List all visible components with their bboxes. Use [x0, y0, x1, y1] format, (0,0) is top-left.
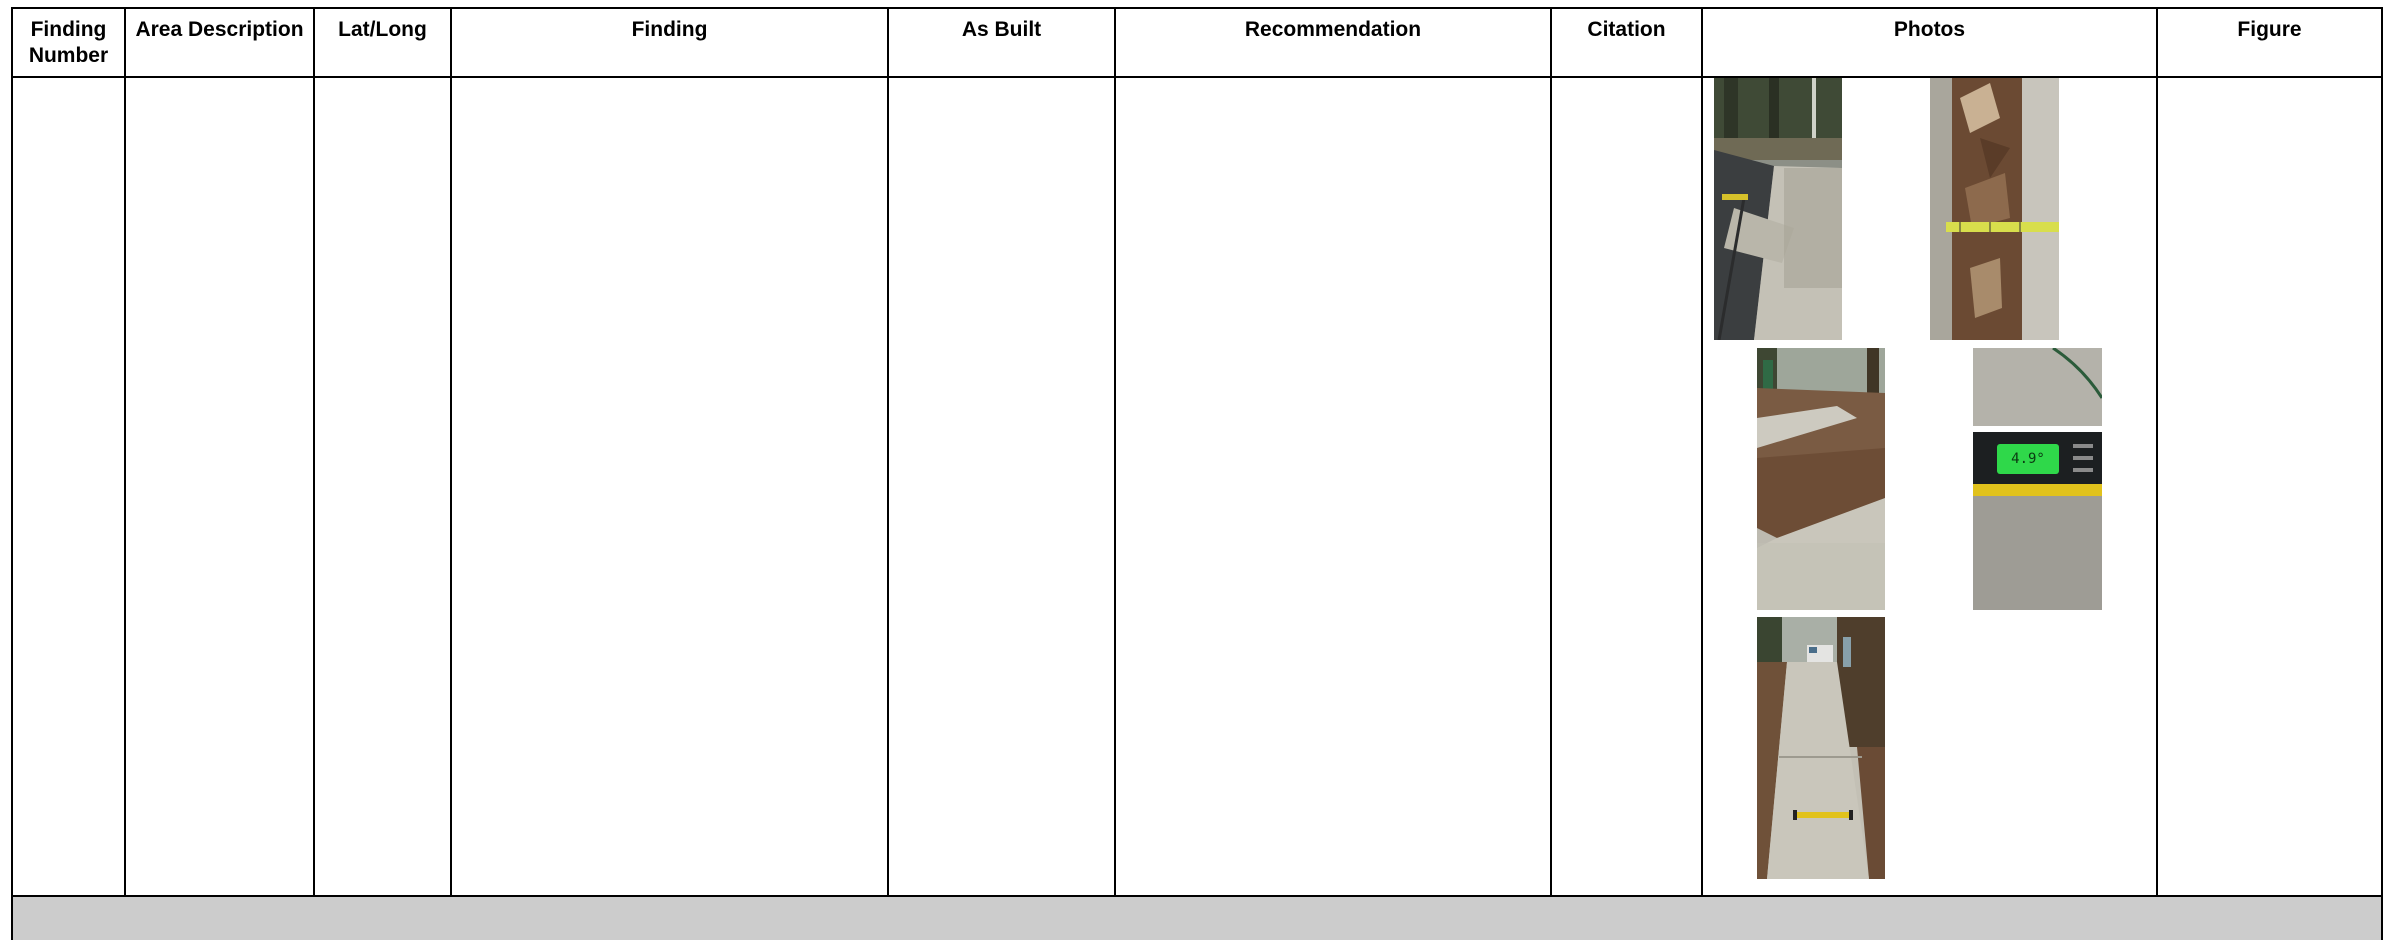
next-row-band: [13, 897, 2381, 940]
header-area-description: Area Description: [126, 9, 313, 77]
sidewalk-running-slope-level-photo: [1757, 617, 1885, 879]
digital-level-reading-photo: 4.9°: [1973, 348, 2102, 610]
header-finding-number: Finding Number: [13, 9, 124, 77]
cell-figure: [2158, 78, 2381, 895]
header-lat-long-label: Lat/Long: [338, 18, 427, 41]
header-lat-long: Lat/Long: [315, 9, 450, 77]
header-as-built-label: As Built: [961, 18, 1042, 41]
cell-citation: [1552, 78, 1701, 895]
sidewalk-crack-measuring-tape-photo: [1714, 78, 1842, 340]
cell-as-built: [889, 78, 1114, 895]
header-recommendation-label: Recommendation: [1244, 18, 1422, 41]
header-area-description-label: Area Description: [135, 18, 304, 41]
header-photos: Photos: [1703, 9, 2156, 77]
header-citation-label: Citation: [1587, 18, 1666, 41]
header-as-built: As Built: [889, 9, 1114, 77]
header-citation: Citation: [1552, 9, 1701, 77]
cell-lat-long: [315, 78, 450, 895]
cell-area-description: [126, 78, 313, 895]
header-figure: Figure: [2158, 9, 2381, 77]
expansion-joint-tape-measure-photo: [1930, 78, 2059, 340]
col-divider-7: [1701, 7, 1703, 897]
sidewalk-slope-level-photo: [1757, 348, 1885, 610]
cell-finding-number: [13, 78, 124, 895]
cell-finding: [452, 78, 887, 895]
header-finding-number-label: Finding Number: [28, 18, 109, 67]
cell-recommendation: [1116, 78, 1550, 895]
header-figure-label: Figure: [2237, 18, 2302, 41]
digital-level-value: 4.9°: [2011, 451, 2045, 467]
findings-table: Finding Number Area Description Lat/Long…: [0, 0, 2387, 940]
header-recommendation: Recommendation: [1116, 9, 1550, 77]
header-finding: Finding: [452, 9, 887, 77]
header-photos-label: Photos: [1893, 18, 1966, 41]
header-finding-label: Finding: [631, 18, 708, 41]
